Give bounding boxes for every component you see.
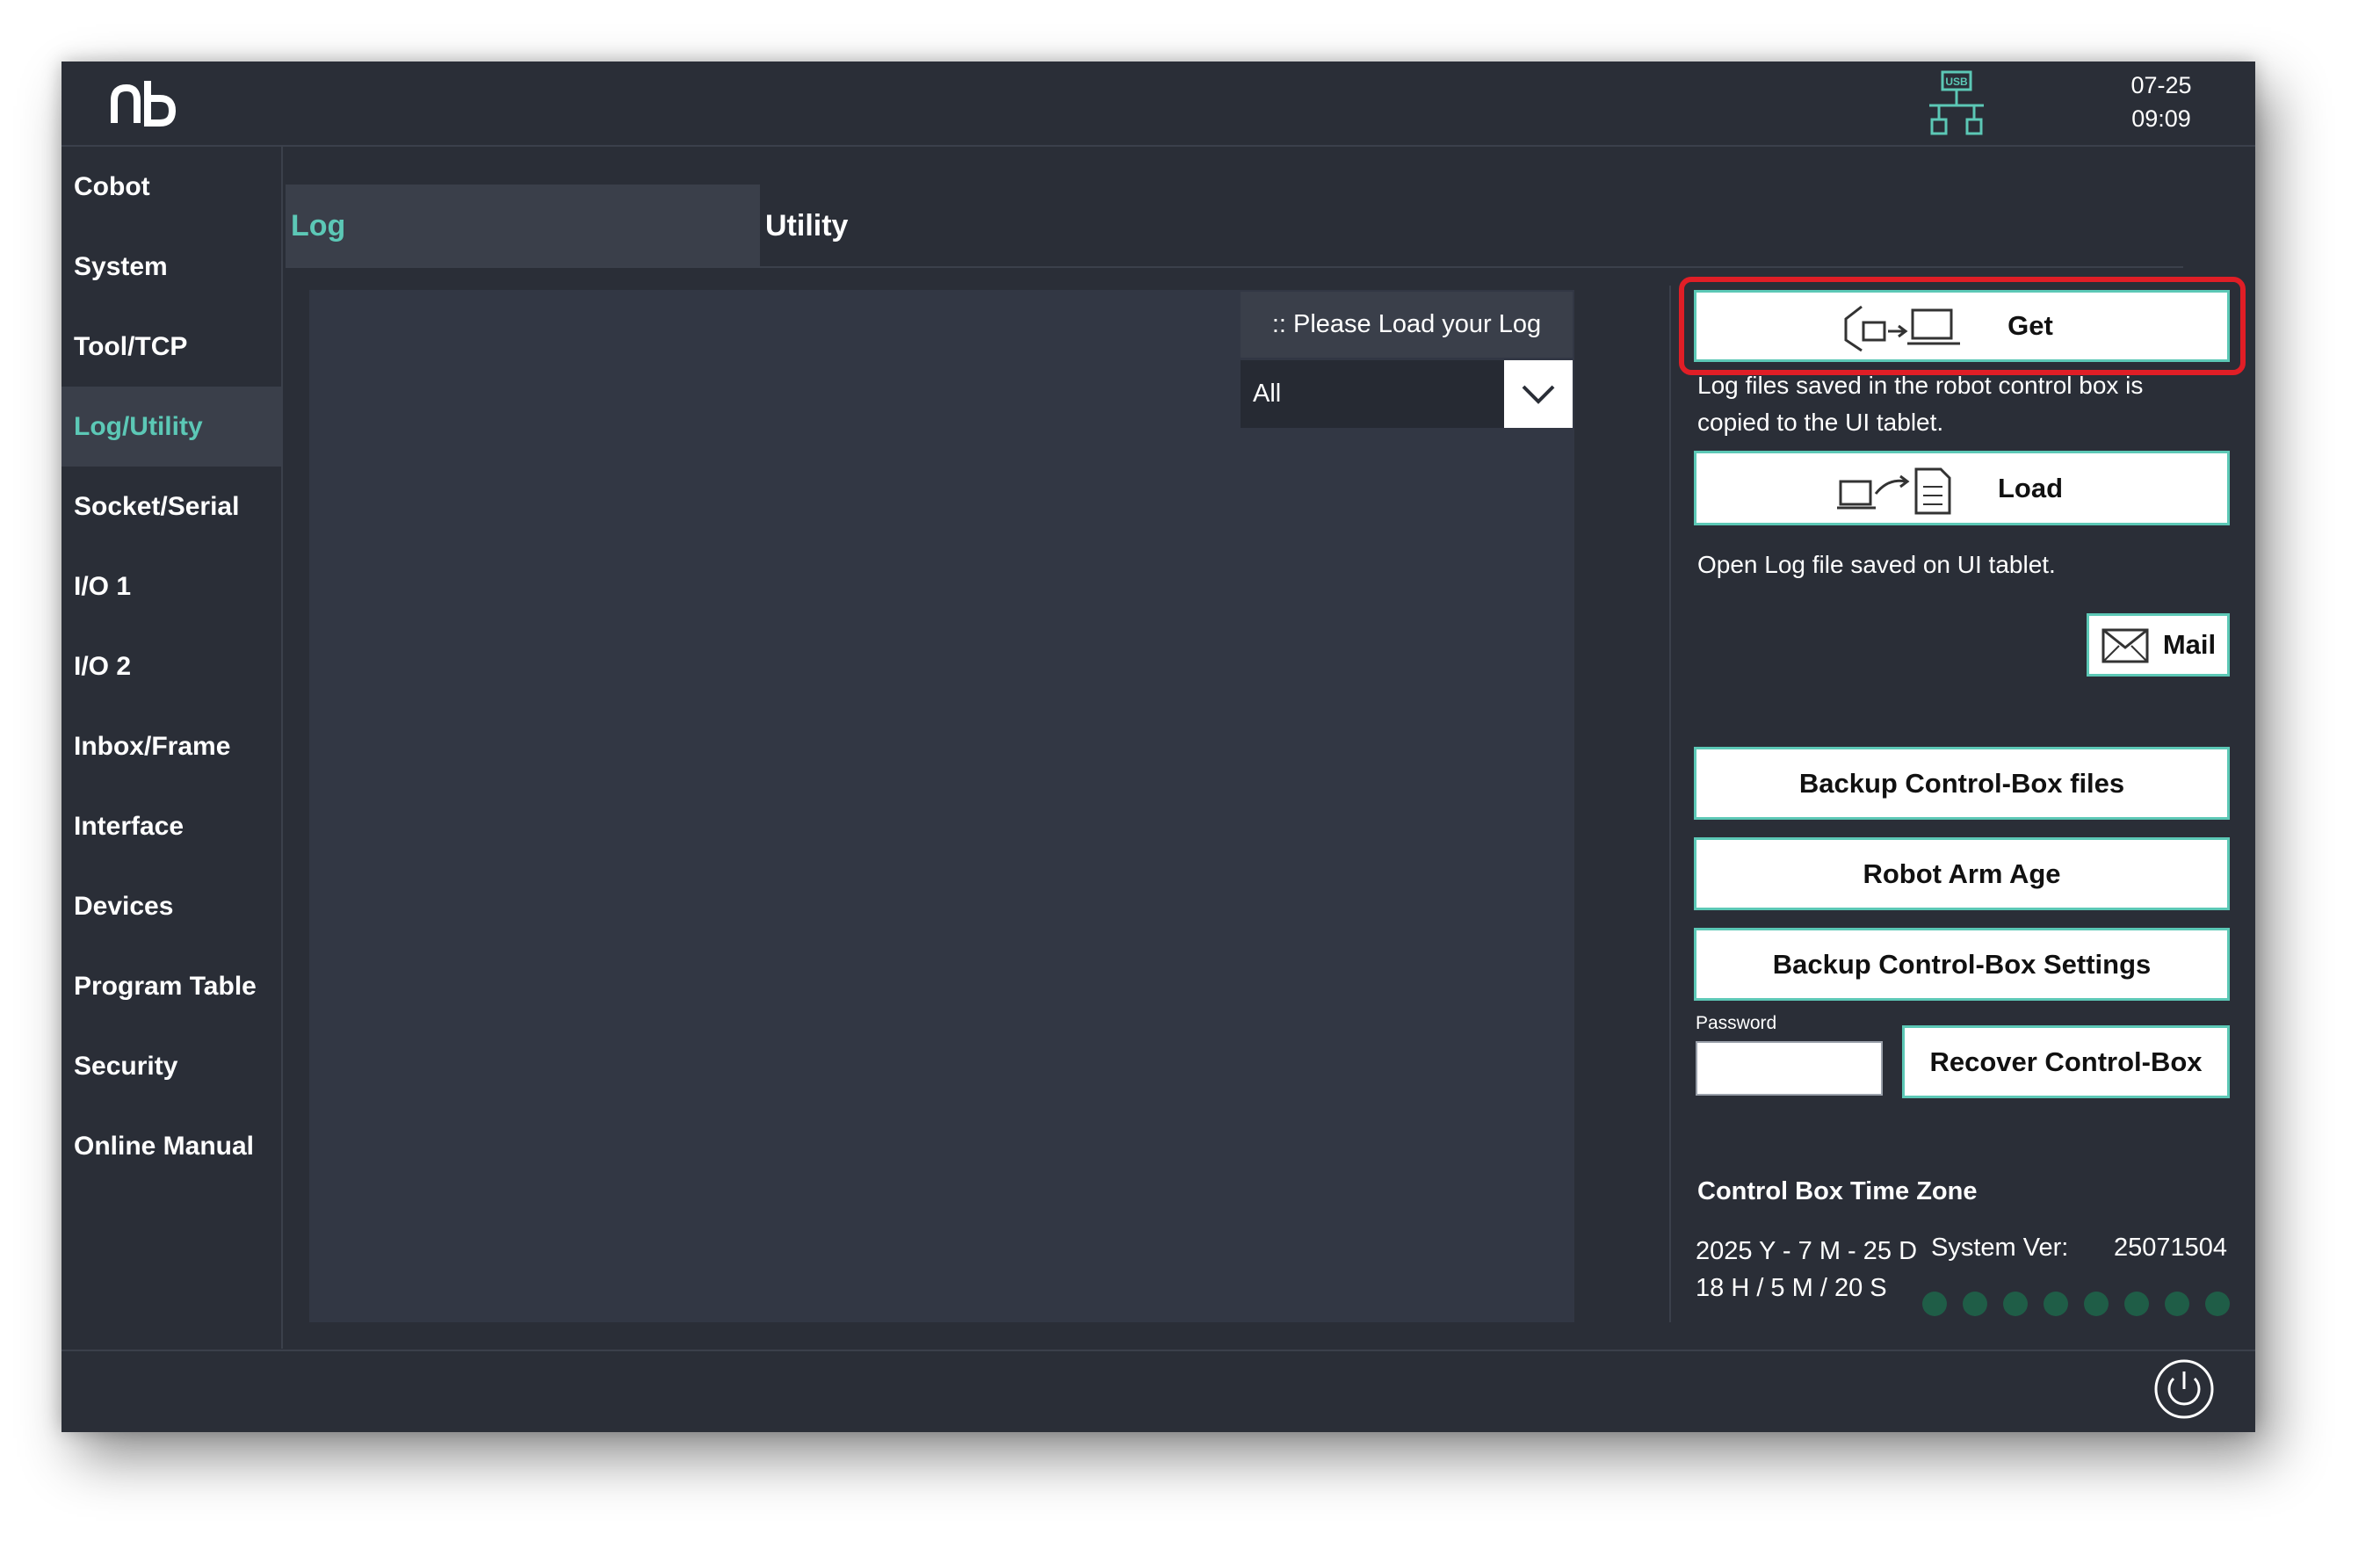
log-hint: :: Please Load your Log bbox=[1241, 292, 1573, 358]
get-description-line1: Log files saved in the robot control box… bbox=[1697, 372, 2144, 399]
status-dot bbox=[2124, 1292, 2149, 1316]
sidebar-item-inbox-frame[interactable]: Inbox/Frame bbox=[61, 706, 281, 786]
recover-label: Recover Control-Box bbox=[1929, 1046, 2203, 1077]
backup-files-label: Backup Control-Box files bbox=[1798, 767, 2125, 799]
backup-control-box-files-button[interactable]: Backup Control-Box files bbox=[1694, 747, 2230, 820]
status-dot bbox=[2205, 1292, 2230, 1316]
mail-icon bbox=[2101, 628, 2149, 663]
bottom-bar bbox=[61, 1350, 2255, 1432]
load-description: Open Log file saved on UI tablet. bbox=[1697, 551, 2056, 578]
sidebar-item-socket-serial[interactable]: Socket/Serial bbox=[61, 467, 281, 546]
status-dot bbox=[1963, 1292, 1987, 1316]
recover-control-box-button[interactable]: Recover Control-Box bbox=[1902, 1025, 2230, 1098]
sidebar-item-system[interactable]: System bbox=[61, 227, 281, 307]
sidebar-item-tool-tcp[interactable]: Tool/TCP bbox=[61, 307, 281, 387]
sidebar: Cobot System Tool/TCP Log/Utility Socket… bbox=[61, 147, 283, 1349]
clock-date: 07-25 bbox=[2130, 72, 2192, 98]
panel-divider bbox=[1669, 286, 1671, 1322]
mail-button-label: Mail bbox=[2162, 629, 2217, 660]
tab-divider bbox=[286, 266, 2183, 268]
time-zone-date: 2025 Y - 7 M - 25 D bbox=[1696, 1237, 1918, 1265]
sidebar-item-online-manual[interactable]: Online Manual bbox=[61, 1106, 281, 1186]
robot-to-tablet-icon bbox=[1844, 305, 1960, 352]
load-button[interactable]: Load bbox=[1694, 451, 2230, 525]
status-dot bbox=[2165, 1292, 2189, 1316]
password-field[interactable] bbox=[1696, 1041, 1883, 1096]
power-icon[interactable] bbox=[2152, 1357, 2216, 1421]
backup-settings-label: Backup Control-Box Settings bbox=[1772, 948, 2152, 980]
system-version-label: System Ver: bbox=[1931, 1234, 2069, 1262]
backup-control-box-settings-button[interactable]: Backup Control-Box Settings bbox=[1694, 928, 2230, 1001]
sidebar-item-security[interactable]: Security bbox=[61, 1026, 281, 1106]
mail-button[interactable]: Mail bbox=[2087, 613, 2230, 677]
sidebar-item-interface[interactable]: Interface bbox=[61, 786, 281, 866]
rb-logo bbox=[111, 81, 177, 127]
get-description: Log files saved in the robot control box… bbox=[1697, 367, 2143, 441]
time-zone-time: 18 H / 5 M / 20 S bbox=[1696, 1274, 1887, 1302]
tab-log[interactable]: Log bbox=[286, 185, 760, 267]
sidebar-item-devices[interactable]: Devices bbox=[61, 866, 281, 946]
status-dot bbox=[1922, 1292, 1947, 1316]
status-dot bbox=[2044, 1292, 2068, 1316]
clock-time: 09:09 bbox=[2131, 105, 2191, 132]
get-button-label: Get bbox=[2007, 310, 2053, 341]
time-zone-title: Control Box Time Zone bbox=[1697, 1177, 1978, 1205]
status-indicators bbox=[1922, 1290, 2230, 1320]
tablet-to-file-icon bbox=[1837, 467, 1951, 515]
app-window: USB 07-25 09:09 Cobot System Tool/TCP Lo… bbox=[61, 62, 2255, 1432]
log-viewer[interactable] bbox=[309, 290, 1574, 1322]
log-filter-value: All bbox=[1253, 380, 1282, 408]
clock: 07-25 09:09 bbox=[2109, 69, 2214, 139]
sidebar-item-io-2[interactable]: I/O 2 bbox=[61, 626, 281, 706]
system-version-value: 25071504 bbox=[2114, 1234, 2228, 1262]
robot-arm-age-label: Robot Arm Age bbox=[1863, 858, 2061, 889]
sidebar-item-log-utility[interactable]: Log/Utility bbox=[61, 387, 281, 467]
usb-network-icon: USB bbox=[1929, 70, 1984, 135]
sidebar-item-program-table[interactable]: Program Table bbox=[61, 946, 281, 1026]
load-button-label: Load bbox=[1997, 472, 2064, 503]
password-label: Password bbox=[1696, 1013, 1777, 1033]
log-filter-select[interactable]: All bbox=[1241, 360, 1573, 428]
tab-utility[interactable]: Utility bbox=[760, 185, 1024, 267]
get-button[interactable]: Get bbox=[1694, 290, 2230, 362]
sidebar-item-io-1[interactable]: I/O 1 bbox=[61, 546, 281, 626]
top-bar: USB 07-25 09:09 bbox=[61, 62, 2255, 147]
usb-label: USB bbox=[1945, 76, 1968, 88]
status-dot bbox=[2084, 1292, 2109, 1316]
get-description-line2: copied to the UI tablet. bbox=[1697, 409, 1944, 436]
status-dot bbox=[2003, 1292, 2028, 1316]
sidebar-item-cobot[interactable]: Cobot bbox=[61, 147, 281, 227]
chevron-down-icon[interactable] bbox=[1504, 360, 1573, 428]
robot-arm-age-button[interactable]: Robot Arm Age bbox=[1694, 837, 2230, 910]
